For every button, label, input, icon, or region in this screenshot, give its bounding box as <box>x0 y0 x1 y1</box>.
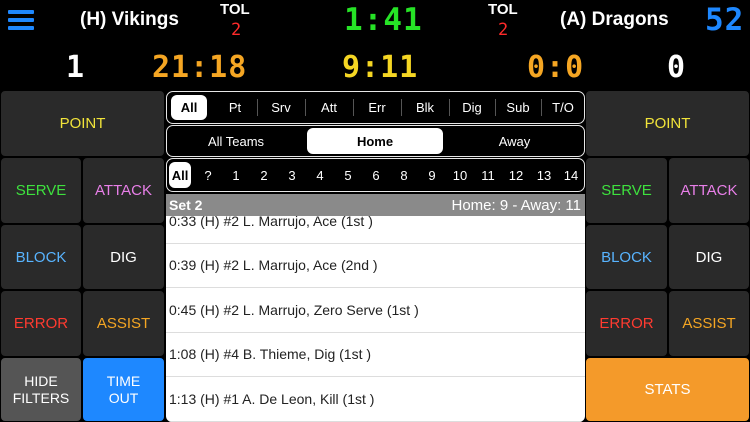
stat-filter-dig[interactable]: Dig <box>451 92 493 123</box>
hide-filters-button[interactable]: HIDE FILTERS <box>0 357 82 422</box>
player-filter-all[interactable]: All <box>169 162 191 188</box>
team-filter-bar: All Teams Home Away <box>166 125 585 157</box>
home-score: 21:18 <box>152 50 248 85</box>
home-assist-button[interactable]: ASSIST <box>82 290 165 357</box>
home-tol-value: 2 <box>231 20 242 40</box>
event-row[interactable]: 0:45 (H) #2 L. Marrujo, Zero Serve (1st … <box>166 288 585 333</box>
away-assist-button[interactable]: ASSIST <box>668 290 750 357</box>
stat-filter-sub[interactable]: Sub <box>497 92 539 123</box>
team-filter-away[interactable]: Away <box>445 126 584 156</box>
team-filter-home[interactable]: Home <box>307 128 443 154</box>
player-filter-2[interactable]: 2 <box>251 159 277 191</box>
stat-filter-blk[interactable]: Blk <box>403 92 447 123</box>
away-tol-value: 2 <box>498 20 509 40</box>
player-filter-11[interactable]: 11 <box>475 159 501 191</box>
away-tol-label: TOL <box>488 1 518 18</box>
player-filter-14[interactable]: 14 <box>559 159 583 191</box>
player-filter-1[interactable]: 1 <box>223 159 249 191</box>
home-point-button[interactable]: POINT <box>0 90 165 157</box>
home-attack-button[interactable]: ATTACK <box>82 157 165 224</box>
event-log[interactable]: Set 2 Home: 9 - Away: 11 0:33 (H) #2 L. … <box>166 194 585 422</box>
event-row[interactable]: 1:08 (H) #4 B. Thieme, Dig (1st ) <box>166 332 585 377</box>
home-serve-button[interactable]: SERVE <box>0 157 82 224</box>
player-filter-bar: All ? 1 2 3 4 5 6 8 9 10 11 12 13 14 <box>166 158 585 192</box>
home-block-button[interactable]: BLOCK <box>0 224 82 290</box>
away-serve-button[interactable]: SERVE <box>585 157 668 224</box>
player-filter-13[interactable]: 13 <box>531 159 557 191</box>
away-sets-won: 0 <box>667 50 687 85</box>
stat-filter-srv[interactable]: Srv <box>259 92 303 123</box>
event-row[interactable]: 0:39 (H) #2 L. Marrujo, Ace (2nd ) <box>166 243 585 288</box>
hamburger-menu-icon <box>8 8 34 32</box>
player-filter-9[interactable]: 9 <box>419 159 445 191</box>
center-score: 9:11 <box>342 50 419 85</box>
set-header: Set 2 Home: 9 - Away: 11 <box>166 194 585 216</box>
away-error-button[interactable]: ERROR <box>585 290 668 357</box>
home-tol-label: TOL <box>220 1 250 18</box>
player-filter-8[interactable]: 8 <box>391 159 417 191</box>
stat-filter-err[interactable]: Err <box>355 92 399 123</box>
stats-button[interactable]: STATS <box>585 357 750 422</box>
event-list: 0:33 (H) #2 L. Marrujo, Ace (1st ) 0:39 … <box>166 216 585 422</box>
stat-filter-att[interactable]: Att <box>307 92 351 123</box>
away-small-score: 0:0 <box>527 50 585 85</box>
stat-filter-pt[interactable]: Pt <box>215 92 255 123</box>
player-filter-unknown[interactable]: ? <box>195 159 221 191</box>
home-error-button[interactable]: ERROR <box>0 290 82 357</box>
away-attack-button[interactable]: ATTACK <box>668 157 750 224</box>
menu-button[interactable] <box>8 8 34 32</box>
set-score: Home: 9 - Away: 11 <box>451 197 581 214</box>
set-title: Set 2 <box>169 197 203 213</box>
event-row[interactable]: 1:13 (H) #1 A. De Leon, Kill (1st ) <box>166 377 585 422</box>
player-filter-5[interactable]: 5 <box>335 159 361 191</box>
player-filter-12[interactable]: 12 <box>503 159 529 191</box>
player-filter-3[interactable]: 3 <box>279 159 305 191</box>
game-clock: 1:41 <box>344 2 423 38</box>
stat-filter-bar: All Pt Srv Att Err Blk Dig Sub T/O <box>166 91 585 124</box>
stat-filter-timeout[interactable]: T/O <box>543 92 583 123</box>
event-row[interactable]: 0:33 (H) #2 L. Marrujo, Ace (1st ) <box>166 216 585 244</box>
away-block-button[interactable]: BLOCK <box>585 224 668 290</box>
player-filter-10[interactable]: 10 <box>447 159 473 191</box>
home-sets-won: 1 <box>66 50 86 85</box>
player-filter-4[interactable]: 4 <box>307 159 333 191</box>
player-filter-6[interactable]: 6 <box>363 159 389 191</box>
away-dig-button[interactable]: DIG <box>668 224 750 290</box>
timeout-button[interactable]: TIME OUT <box>82 357 165 422</box>
team-filter-all[interactable]: All Teams <box>167 126 305 156</box>
away-point-button[interactable]: POINT <box>585 90 750 157</box>
away-team-name: (A) Dragons <box>560 9 669 30</box>
home-dig-button[interactable]: DIG <box>82 224 165 290</box>
home-team-name: (H) Vikings <box>80 9 179 30</box>
stat-filter-all[interactable]: All <box>171 95 207 120</box>
shot-clock: 52 <box>705 2 745 38</box>
